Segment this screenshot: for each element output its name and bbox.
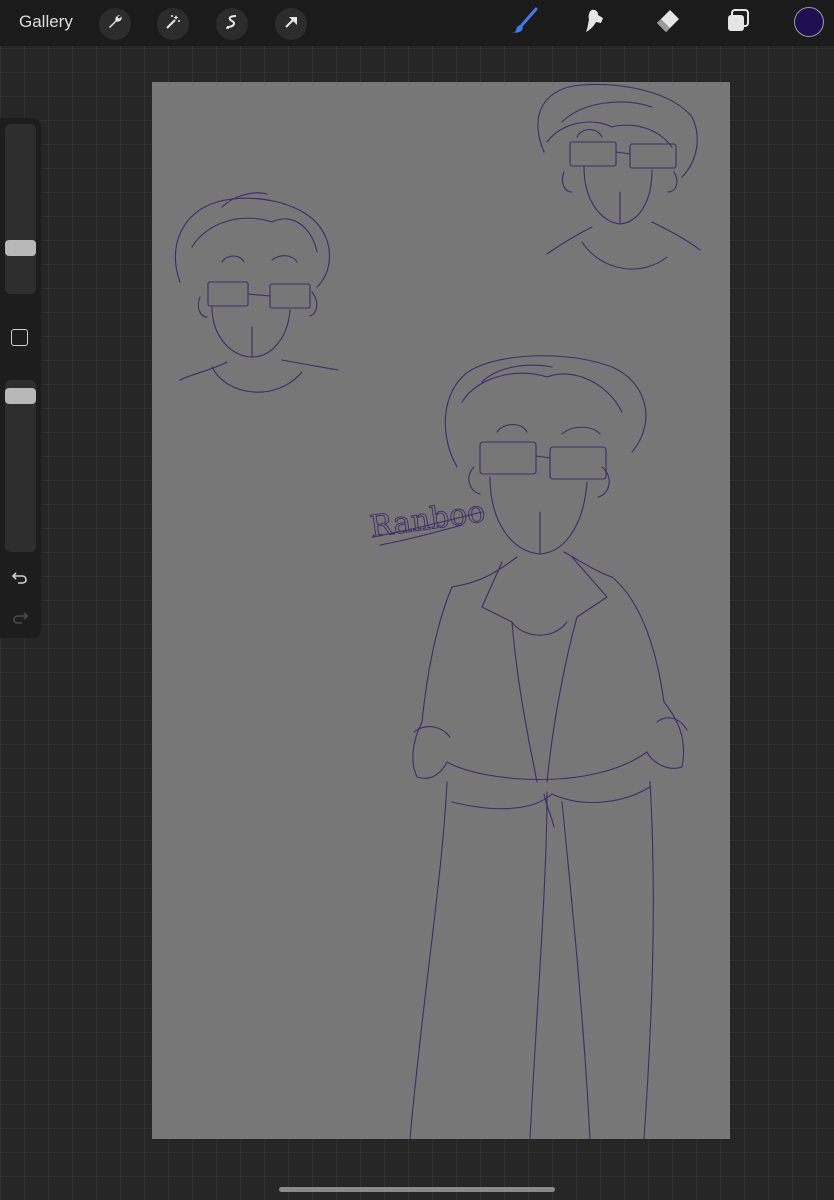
signature-text: Ranboo — [368, 494, 488, 545]
redo-button[interactable] — [9, 608, 31, 630]
wrench-icon — [106, 13, 124, 36]
opacity-thumb[interactable] — [5, 388, 36, 404]
brush-size-thumb[interactable] — [5, 240, 36, 256]
actions-button[interactable] — [99, 8, 131, 40]
layers-icon — [723, 6, 753, 41]
undo-button[interactable] — [9, 568, 31, 590]
top-toolbar: Gallery — [0, 0, 834, 46]
sketch-main-figure — [409, 355, 688, 1139]
transform-arrow-icon — [282, 13, 300, 36]
home-indicator — [279, 1187, 555, 1192]
smudge-button[interactable] — [579, 6, 613, 40]
eraser-button[interactable] — [650, 6, 684, 40]
eraser-icon — [652, 6, 682, 41]
drawing-canvas[interactable]: Ranboo — [152, 82, 730, 1139]
adjustments-button[interactable] — [157, 8, 189, 40]
sketch-head-top-right — [537, 83, 701, 270]
selection-icon — [223, 13, 241, 36]
brush-size-slider[interactable] — [5, 124, 36, 294]
selection-button[interactable] — [216, 8, 248, 40]
smudge-icon — [581, 6, 611, 41]
brush-icon — [510, 6, 540, 41]
brush-button[interactable] — [508, 6, 542, 40]
opacity-slider[interactable] — [5, 380, 36, 552]
redo-icon — [11, 608, 29, 631]
sketch-artwork: Ranboo — [174, 83, 701, 1139]
gallery-button[interactable]: Gallery — [19, 12, 73, 32]
layers-button[interactable] — [721, 6, 755, 40]
transform-button[interactable] — [275, 8, 307, 40]
undo-icon — [11, 568, 29, 591]
magic-wand-icon — [164, 13, 182, 36]
sketch-head-left — [174, 192, 339, 393]
color-picker-button[interactable] — [794, 7, 824, 37]
modify-square-icon[interactable] — [11, 329, 28, 346]
left-sidebar — [0, 118, 41, 638]
